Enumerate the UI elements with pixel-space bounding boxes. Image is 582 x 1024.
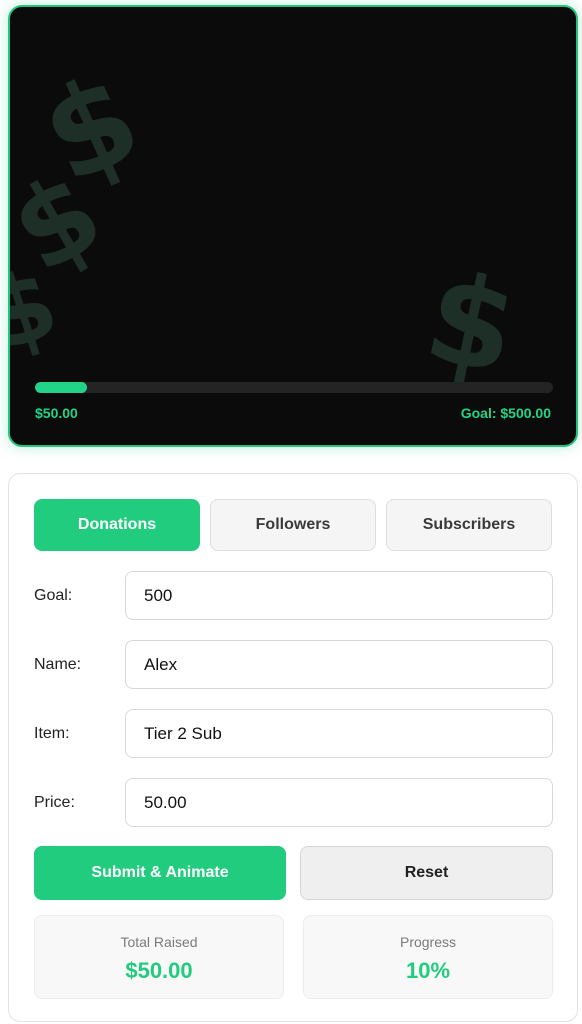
tab-followers[interactable]: Followers bbox=[210, 499, 376, 551]
submit-animate-button[interactable]: Submit & Animate bbox=[34, 846, 286, 900]
progress-fill bbox=[35, 382, 87, 393]
progress-track bbox=[35, 382, 553, 393]
progress-card: Progress 10% bbox=[303, 915, 553, 999]
goal-label: Goal: bbox=[34, 587, 73, 604]
progress-value: 10% bbox=[405, 958, 451, 983]
item-input[interactable] bbox=[125, 709, 553, 758]
reset-button[interactable]: Reset bbox=[300, 846, 553, 900]
item-label: Item: bbox=[34, 725, 70, 742]
current-amount: $50.00 bbox=[35, 405, 78, 421]
control-panel: Donations Followers Subscribers Goal: Na… bbox=[8, 473, 578, 1022]
goal-amount: Goal: $500.00 bbox=[460, 405, 551, 421]
price-input[interactable] bbox=[125, 778, 553, 827]
name-input[interactable] bbox=[125, 640, 553, 689]
total-raised-card: Total Raised $50.00 bbox=[34, 915, 284, 999]
goal-preview-widget: $ $ $ $ $50.00 Goal: $500.00 bbox=[8, 5, 578, 447]
goal-input[interactable] bbox=[125, 571, 553, 620]
name-label: Name: bbox=[34, 656, 82, 673]
tab-donations[interactable]: Donations bbox=[34, 499, 200, 551]
tab-subscribers[interactable]: Subscribers bbox=[386, 499, 552, 551]
total-raised-title: Total Raised bbox=[120, 934, 198, 950]
dollar-sign-decoration: $ bbox=[413, 244, 529, 404]
price-label: Price: bbox=[34, 794, 75, 811]
total-raised-value: $50.00 bbox=[125, 958, 193, 983]
progress-title: Progress bbox=[399, 934, 457, 950]
